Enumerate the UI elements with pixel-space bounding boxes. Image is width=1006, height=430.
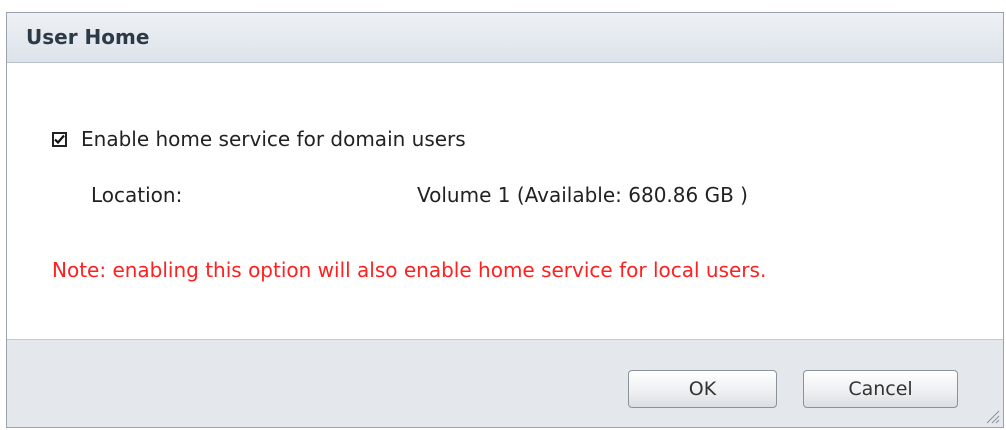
checkmark-icon xyxy=(54,134,65,144)
dialog-title: User Home xyxy=(26,25,150,49)
note-text: Note: enabling this option will also ena… xyxy=(52,258,767,282)
resize-grip-icon[interactable] xyxy=(984,408,1000,424)
cancel-button[interactable]: Cancel xyxy=(803,370,958,408)
ok-button[interactable]: OK xyxy=(628,370,777,408)
enable-home-service-option[interactable]: Enable home service for domain users xyxy=(52,127,466,151)
dialog-footer: OK Cancel xyxy=(7,339,1003,427)
dialog-title-bar[interactable]: User Home xyxy=(7,13,1003,63)
location-value: Volume 1 (Available: 680.86 GB ) xyxy=(417,183,748,207)
enable-home-service-checkbox[interactable] xyxy=(52,131,67,147)
user-home-dialog: User Home Enable home service for domain… xyxy=(6,12,1004,428)
dialog-content: Enable home service for domain users Loc… xyxy=(7,63,1003,341)
enable-home-service-label[interactable]: Enable home service for domain users xyxy=(81,127,466,151)
location-label: Location: xyxy=(91,183,183,207)
